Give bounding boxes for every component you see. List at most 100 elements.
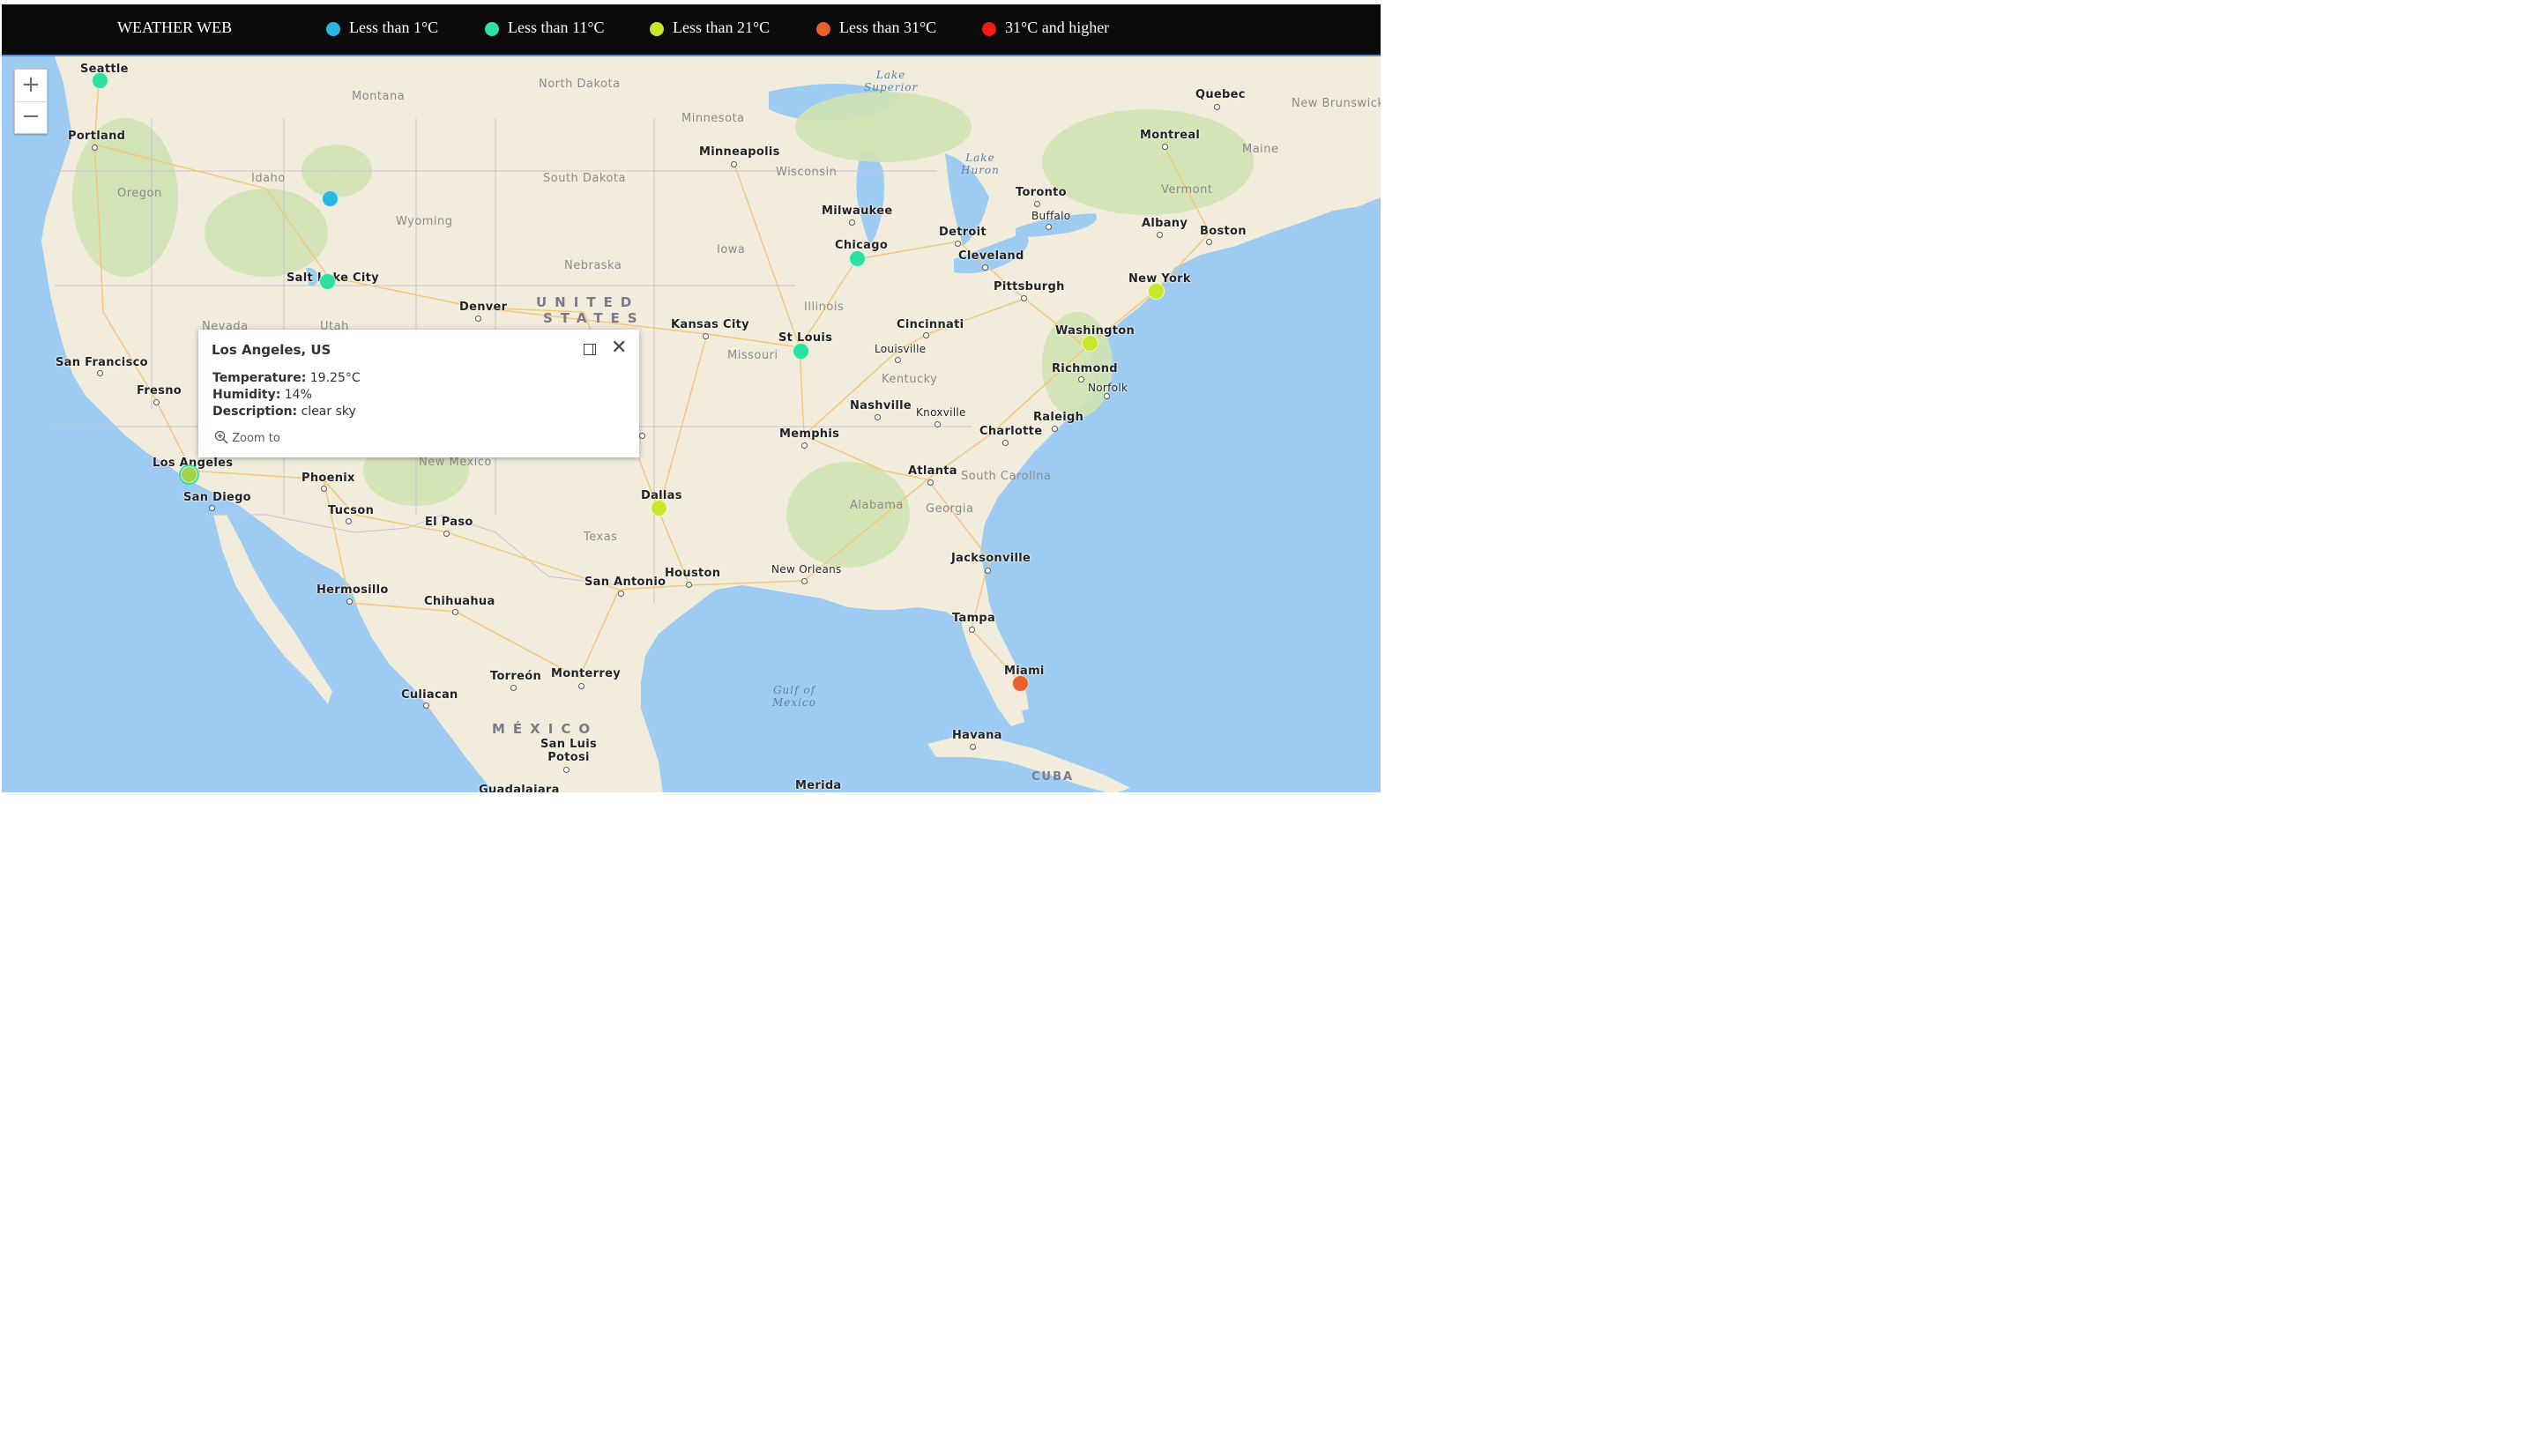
region-label: Texas [584, 531, 618, 544]
dock-icon[interactable] [584, 344, 596, 355]
zoom-out-button[interactable]: − [15, 101, 47, 133]
city-label-guadalajara: Guadalajara [479, 784, 560, 792]
legend-dot-icon [326, 22, 340, 36]
minus-icon: − [21, 103, 41, 130]
city-dot-nashville [875, 414, 881, 420]
weather-marker-chicago[interactable] [849, 250, 866, 267]
city-dot-minneapolis [731, 161, 737, 167]
city-label-hermosillo: Hermosillo [316, 583, 389, 597]
city-dot-richmond [1078, 376, 1084, 383]
water-label: Gulf of Mexico [772, 684, 816, 709]
city-dot-san-luis-potosi [563, 767, 570, 773]
legend-dot-icon [982, 22, 996, 36]
city-dot-phoenix [321, 486, 327, 492]
city-label-chicago: Chicago [835, 239, 889, 252]
region-label: South Carolina [961, 470, 1052, 483]
temperature-value: 19.25°C [309, 371, 361, 385]
city-label-cincinnati: Cincinnati [897, 318, 964, 331]
region-label: South Dakota [543, 172, 626, 185]
city-dot-boston [1206, 239, 1212, 245]
city-label-merida: Merida [795, 779, 842, 792]
app-title: WEATHER WEB [117, 19, 233, 36]
city-label-new-orleans: New Orleans [771, 563, 842, 576]
city-dot-culiacan [423, 702, 429, 709]
city-dot-norfolk [1104, 393, 1110, 399]
weather-marker-new-york[interactable] [1148, 283, 1165, 300]
popup-title: Los Angeles, US [212, 342, 331, 358]
city-label-san-francisco: San Francisco [56, 356, 148, 369]
city-label-montreal: Montreal [1140, 129, 1201, 142]
water-label: Lake Superior [864, 69, 919, 93]
city-label-richmond: Richmond [1052, 362, 1118, 375]
city-label-memphis: Memphis [779, 427, 840, 441]
app-header: WEATHER WEB Less than 1°C Less than 11°C… [2, 4, 1381, 55]
city-label-havana: Havana [952, 729, 1002, 742]
country-label: MÉXICO [492, 721, 599, 737]
city-dot-fresno [153, 399, 160, 405]
region-label: Minnesota [681, 112, 745, 125]
city-label-toronto: Toronto [1016, 186, 1067, 199]
city-dot-cleveland [982, 264, 988, 271]
city-dot-raleigh [1052, 426, 1058, 432]
city-label-atlanta: Atlanta [908, 464, 957, 478]
weather-marker-seattle[interactable] [92, 72, 108, 89]
water-label: Lake Huron [961, 152, 1000, 176]
region-label: New Brunswick [1292, 97, 1381, 110]
city-dot-buffalo [1046, 224, 1052, 230]
city-dot-san-antonio [618, 591, 624, 597]
city-label-monterrey: Monterrey [551, 667, 621, 680]
city-dot-hermosillo [346, 598, 353, 605]
country-label: CUBA [1031, 770, 1075, 784]
weather-marker-st-louis[interactable] [793, 343, 809, 360]
legend-label: Less than 31°C [839, 19, 937, 36]
region-label: Illinois [804, 301, 845, 314]
city-label-torreon: Torreón [490, 670, 541, 683]
city-label-st-louis: St Louis [778, 331, 833, 345]
weather-marker-washington[interactable] [1082, 335, 1098, 352]
zoom-to-button[interactable]: Zoom to [214, 430, 280, 445]
city-dot-pittsburgh [1021, 295, 1027, 301]
city-label-fresno: Fresno [137, 384, 182, 397]
city-dot-knoxville [934, 421, 941, 427]
city-dot-el-paso [443, 531, 450, 537]
legend-label: Less than 21°C [673, 19, 771, 36]
legend-label: Less than 1°C [349, 19, 439, 36]
city-label-louisville: Louisville [875, 343, 927, 355]
zoom-in-button[interactable]: + [15, 70, 47, 102]
weather-marker-salt-lake-city[interactable] [319, 273, 336, 290]
weather-marker-dallas[interactable] [651, 500, 667, 516]
city-label-tampa: Tampa [952, 612, 996, 625]
city-label-denver: Denver [459, 301, 508, 314]
close-icon[interactable]: ✕ [611, 338, 627, 358]
city-dot-chihuahua [452, 609, 458, 615]
city-dot-torreon [510, 685, 517, 691]
humidity-value: 14% [284, 388, 312, 402]
city-dot-san-francisco [97, 370, 103, 376]
city-dot-louisville [895, 357, 901, 363]
city-label-charlotte: Charlotte [979, 425, 1043, 438]
city-dot-cincinnati [923, 332, 929, 338]
weather-marker-montana[interactable] [322, 190, 339, 207]
city-dot-montreal [1162, 144, 1168, 150]
city-label-jacksonville: Jacksonville [951, 552, 1031, 565]
city-dot-toronto [1034, 201, 1040, 207]
zoom-control: + − [14, 69, 48, 134]
city-label-houston: Houston [665, 567, 721, 580]
city-label-detroit: Detroit [939, 226, 987, 239]
city-dot-tucson [346, 518, 352, 524]
city-dot-havana [970, 744, 976, 750]
region-label: Oregon [117, 187, 162, 200]
region-label: Alabama [850, 499, 904, 512]
city-dot-kansas-city [703, 333, 709, 339]
weather-marker-miami[interactable] [1012, 675, 1029, 692]
city-dot-houston [686, 582, 692, 588]
city-label-milwaukee: Milwaukee [822, 204, 893, 218]
city-label-el-paso: El Paso [425, 516, 473, 529]
city-dot-monterrey [578, 683, 584, 689]
city-label-san-luis-potosi: San Luis Potosi [540, 738, 598, 764]
city-label-san-antonio: San Antonio [584, 576, 666, 589]
region-label: Missouri [727, 349, 778, 362]
region-label: Idaho [251, 172, 286, 185]
city-dot-san-diego [209, 505, 215, 511]
legend-label: Less than 11°C [508, 19, 605, 36]
